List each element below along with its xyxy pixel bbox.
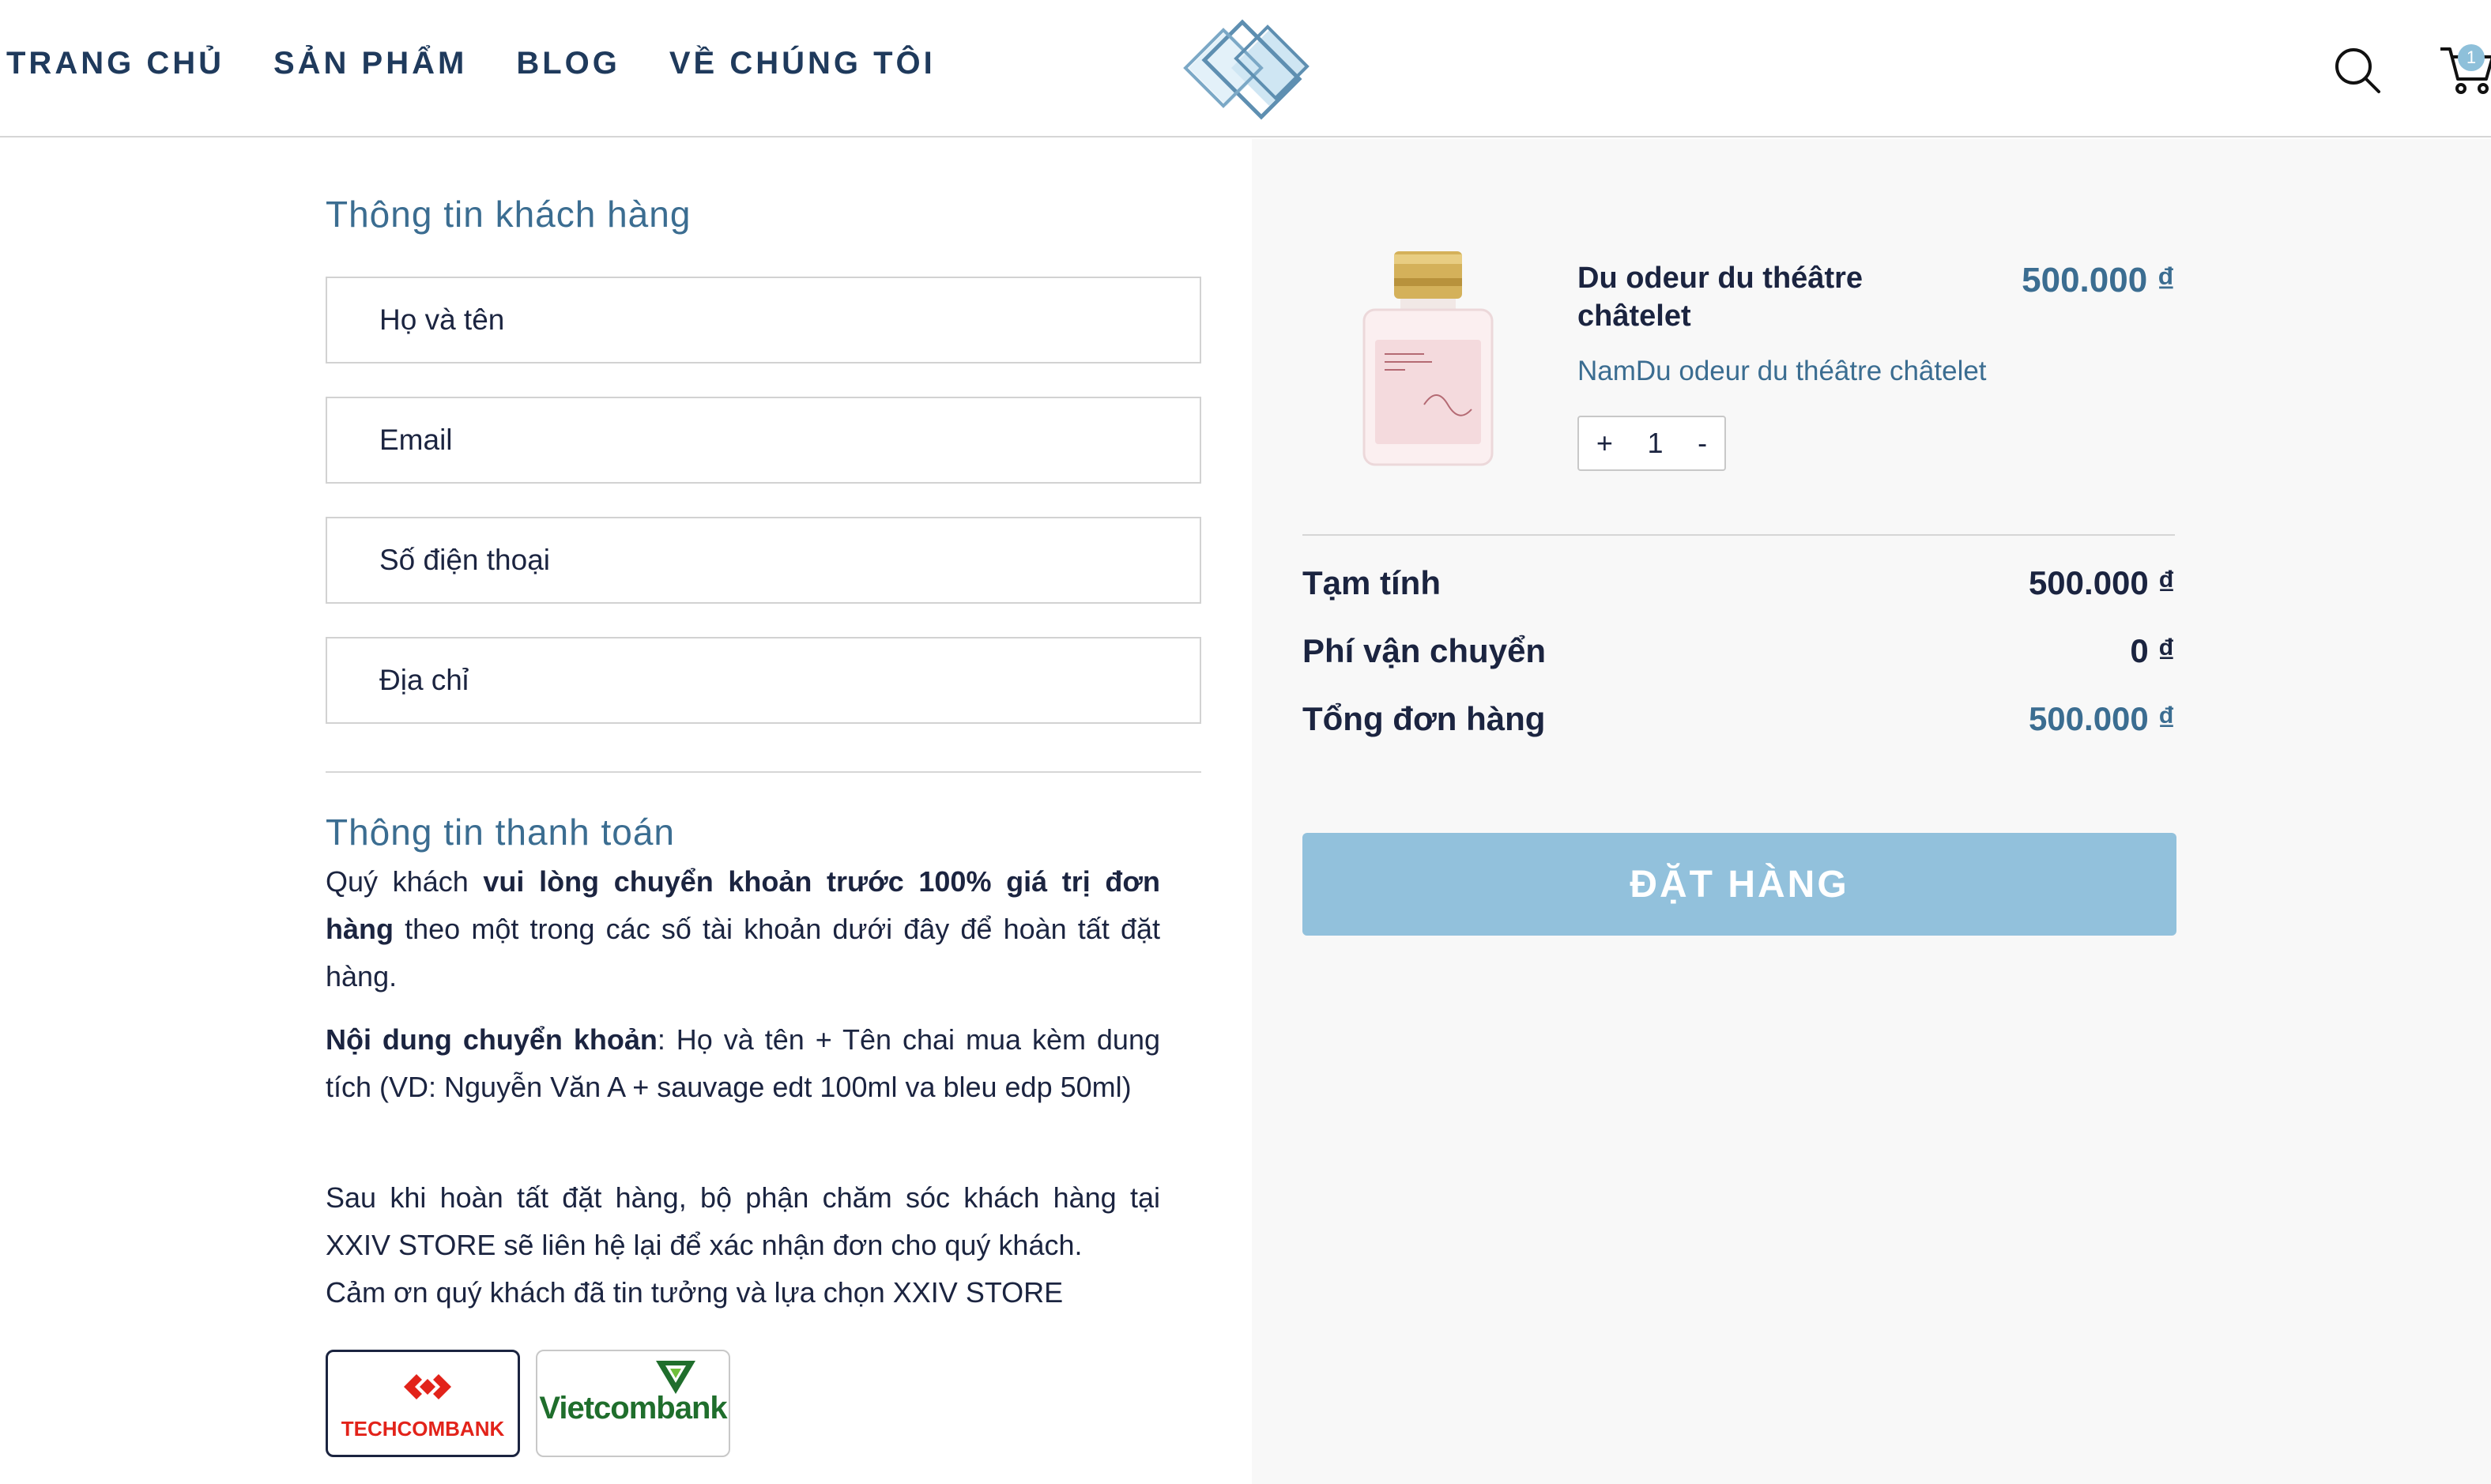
payment-text-1c: theo một trong các số tài khoản dưới đây…	[326, 913, 1160, 992]
techcombank-logo-icon	[404, 1374, 451, 1399]
product-name[interactable]: Du odeur du théâtre châtelet	[1577, 259, 1925, 335]
payment-text-1a: Quý khách	[326, 865, 484, 898]
transfer-content-label: Nội dung chuyển khoản	[326, 1023, 658, 1056]
subtotal-label: Tạm tính	[1302, 564, 1441, 601]
total-label: Tổng đơn hàng	[1302, 700, 1546, 737]
search-icon[interactable]	[2333, 46, 2382, 95]
subtotal-row: Tạm tính 500.000 ₫	[1302, 564, 2175, 602]
quantity-stepper[interactable]: + 1 -	[1577, 416, 1726, 471]
quantity-decrease-button[interactable]: -	[1698, 427, 1707, 460]
payment-info-title: Thông tin thanh toán	[326, 812, 675, 853]
total-value: 500.000 ₫	[2028, 700, 2175, 737]
email-input[interactable]	[327, 398, 1200, 482]
fullname-field[interactable]	[326, 277, 1201, 363]
techcombank-name: TECHCOMBANK	[341, 1417, 505, 1441]
product-price: 500.000 ₫	[2022, 261, 2175, 299]
main-nav: TRANG CHỦ SẢN PHẨM BLOG VỀ CHÚNG TÔI	[6, 46, 936, 81]
customer-info-title: Thông tin khách hàng	[326, 194, 692, 235]
store-logo[interactable]	[1181, 11, 1315, 123]
form-divider	[326, 771, 1201, 773]
techcombank-option[interactable]: TECHCOMBANK	[326, 1350, 520, 1457]
confirmation-text: Sau khi hoàn tất đặt hàng, bộ phận chăm …	[326, 1181, 1160, 1261]
product-image[interactable]	[1361, 247, 1495, 469]
shipping-value: 0 ₫	[2130, 632, 2175, 669]
address-input[interactable]	[327, 638, 1200, 722]
fullname-input[interactable]	[327, 278, 1200, 362]
quantity-increase-button[interactable]: +	[1596, 427, 1613, 460]
place-order-button[interactable]: ĐẶT HÀNG	[1302, 833, 2176, 936]
quantity-value: 1	[1647, 427, 1664, 459]
nav-about[interactable]: VỀ CHÚNG TÔI	[669, 46, 936, 81]
phone-input[interactable]	[327, 518, 1200, 602]
address-field[interactable]	[326, 637, 1201, 724]
confirmation-note: Sau khi hoàn tất đặt hàng, bộ phận chăm …	[326, 1174, 1160, 1316]
vietcombank-name: Vietcombank	[539, 1391, 727, 1426]
summary-divider	[1302, 534, 2175, 536]
site-header: TRANG CHỦ SẢN PHẨM BLOG VỀ CHÚNG TÔI 1	[0, 0, 2491, 137]
cart-count-badge: 1	[2458, 44, 2485, 71]
phone-field[interactable]	[326, 517, 1201, 604]
subtotal-value: 500.000 ₫	[2028, 564, 2175, 601]
total-row: Tổng đơn hàng 500.000 ₫	[1302, 700, 2175, 738]
vietcombank-option[interactable]: Vietcombank	[536, 1350, 730, 1457]
nav-home[interactable]: TRANG CHỦ	[6, 46, 224, 81]
shipping-label: Phí vận chuyển	[1302, 632, 1547, 669]
nav-products[interactable]: SẢN PHẨM	[273, 46, 467, 81]
shipping-row: Phí vận chuyển 0 ₫	[1302, 632, 2175, 670]
payment-instruction: Quý khách vui lòng chuyển khoản trước 10…	[326, 858, 1160, 1000]
thank-you-text: Cảm ơn quý khách đã tin tưởng và lựa chọ…	[326, 1276, 1064, 1309]
product-variant: NamDu odeur du théâtre châtelet	[1577, 356, 1987, 386]
nav-blog[interactable]: BLOG	[516, 46, 620, 81]
transfer-content-note: Nội dung chuyển khoản: Họ và tên + Tên c…	[326, 1016, 1160, 1111]
email-field[interactable]	[326, 397, 1201, 484]
